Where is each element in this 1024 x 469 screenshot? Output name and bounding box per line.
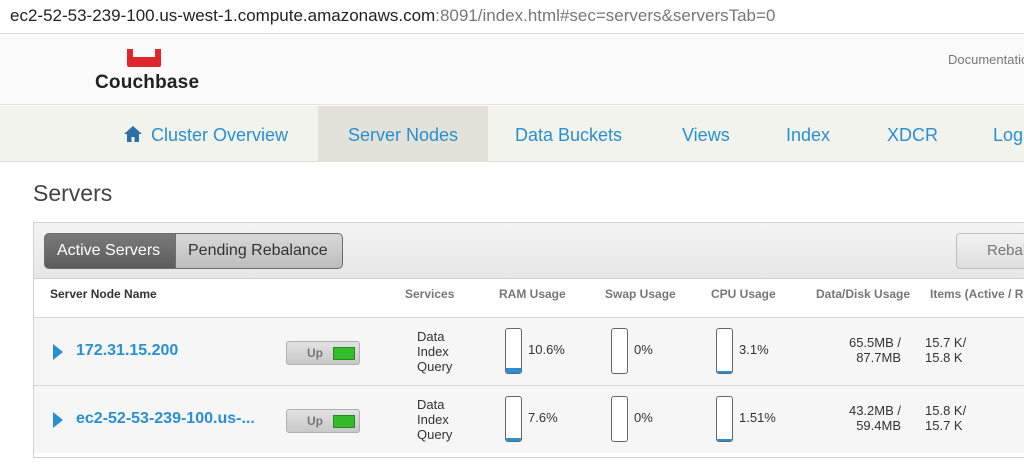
services-list: Data Index Query (417, 397, 452, 442)
status-led (333, 347, 355, 360)
app-header: Couchbase Documentation (0, 35, 1024, 105)
url-host: ec2-52-53-239-100.us-west-1.compute.amaz… (10, 6, 436, 25)
items-replica: 15.8 K (925, 350, 963, 365)
service-query: Query (417, 427, 453, 442)
nav-label: Data Buckets (515, 125, 623, 145)
disk-usage: 87.7MB (856, 350, 901, 365)
items-replica: 15.7 K (925, 418, 963, 433)
nav-label: Views (682, 125, 730, 145)
swap-gauge (611, 396, 628, 442)
swap-value: 0% (634, 410, 653, 425)
items-count: 15.8 K/ 15.7 K (925, 403, 966, 433)
data-usage: 43.2MB / (848, 403, 901, 418)
col-server-node-name: Server Node Name (50, 287, 157, 301)
nav-index[interactable]: Index (786, 106, 830, 162)
status-badge: Up (286, 341, 360, 365)
page-title: Servers (33, 180, 113, 206)
servers-panel: Active Servers Pending Rebalance Rebalan… (33, 222, 1024, 458)
service-data: Data (417, 329, 445, 344)
status-label: Up (307, 414, 323, 428)
brand-name: Couchbase (95, 72, 200, 93)
col-items: Items (Active / Replica) (930, 287, 1024, 301)
col-services: Services (405, 287, 455, 301)
items-active: 15.8 K/ (925, 403, 967, 418)
cpu-gauge (716, 328, 733, 374)
swap-value: 0% (634, 342, 653, 357)
ram-gauge-fill (506, 437, 521, 441)
ram-value: 10.6% (528, 342, 565, 357)
server-name[interactable]: 172.31.15.200 (76, 342, 178, 360)
server-name[interactable]: ec2-52-53-239-100.us-... (76, 410, 255, 428)
data-disk-usage: 65.5MB / 87.7MB (819, 335, 901, 365)
nav-label: Log (993, 125, 1024, 145)
disk-usage: 59.4MB (856, 418, 901, 433)
cpu-value: 3.1% (739, 342, 769, 357)
url-text[interactable]: ec2-52-53-239-100.us-west-1.compute.amaz… (10, 6, 775, 26)
nav-label: Index (786, 125, 831, 145)
items-count: 15.7 K/ 15.8 K (925, 335, 966, 365)
nav-label: Server Nodes (347, 125, 459, 145)
ram-gauge-fill (506, 368, 521, 373)
cpu-value: 1.51% (739, 410, 776, 425)
status-label: Up (307, 346, 323, 360)
service-data: Data (417, 397, 445, 412)
service-index: Index (417, 344, 449, 359)
nav-label: Cluster Overview (151, 125, 289, 145)
items-active: 15.7 K/ (925, 335, 967, 350)
cpu-gauge (716, 396, 733, 442)
col-ram-usage: RAM Usage (499, 287, 566, 301)
nav-cluster-overview[interactable]: Cluster Overview (123, 106, 288, 162)
col-swap-usage: Swap Usage (605, 287, 676, 301)
tab-active-servers[interactable]: Active Servers (44, 233, 176, 269)
expand-arrow-icon[interactable] (53, 412, 63, 428)
rebalance-button[interactable]: Rebalance (956, 233, 1024, 269)
status-badge: Up (286, 409, 360, 433)
couchbase-logo[interactable]: Couchbase (95, 49, 205, 99)
data-disk-usage: 43.2MB / 59.4MB (819, 403, 901, 433)
expand-arrow-icon[interactable] (53, 344, 63, 360)
servers-tabs-bar: Active Servers Pending Rebalance Rebalan… (34, 223, 1024, 279)
services-list: Data Index Query (417, 329, 452, 374)
cpu-gauge-fill (717, 438, 732, 441)
ram-value: 7.6% (528, 410, 558, 425)
table-row[interactable]: 172.31.15.200 Up Data Index Query 10.6% … (34, 317, 1024, 385)
nav-xdcr[interactable]: XDCR (887, 106, 938, 162)
nav-server-nodes[interactable]: Server Nodes (318, 106, 488, 162)
nav-data-buckets[interactable]: Data Buckets (515, 106, 622, 162)
cpu-gauge-fill (717, 370, 732, 373)
swap-gauge (611, 328, 628, 374)
home-icon (124, 126, 142, 142)
col-cpu-usage: CPU Usage (711, 287, 776, 301)
ram-gauge (505, 396, 522, 442)
ram-gauge (505, 328, 522, 374)
nav-label: XDCR (887, 125, 939, 145)
status-led (333, 415, 355, 428)
main-nav: Cluster Overview Server Nodes Data Bucke… (0, 106, 1024, 162)
nav-log[interactable]: Log (993, 106, 1023, 162)
url-path: :8091/index.html#sec=servers&serversTab=… (435, 6, 776, 25)
browser-address-bar[interactable]: ec2-52-53-239-100.us-west-1.compute.amaz… (0, 0, 1024, 34)
col-data-disk-usage: Data/Disk Usage (816, 287, 911, 301)
nav-views[interactable]: Views (682, 106, 730, 162)
data-usage: 65.5MB / (848, 335, 901, 350)
service-index: Index (417, 412, 449, 427)
table-row[interactable]: ec2-52-53-239-100.us-... Up Data Index Q… (34, 385, 1024, 453)
tab-pending-rebalance[interactable]: Pending Rebalance (175, 233, 343, 269)
service-query: Query (417, 359, 453, 374)
couchbase-logo-icon (127, 49, 161, 67)
documentation-link[interactable]: Documentation (948, 52, 1024, 67)
